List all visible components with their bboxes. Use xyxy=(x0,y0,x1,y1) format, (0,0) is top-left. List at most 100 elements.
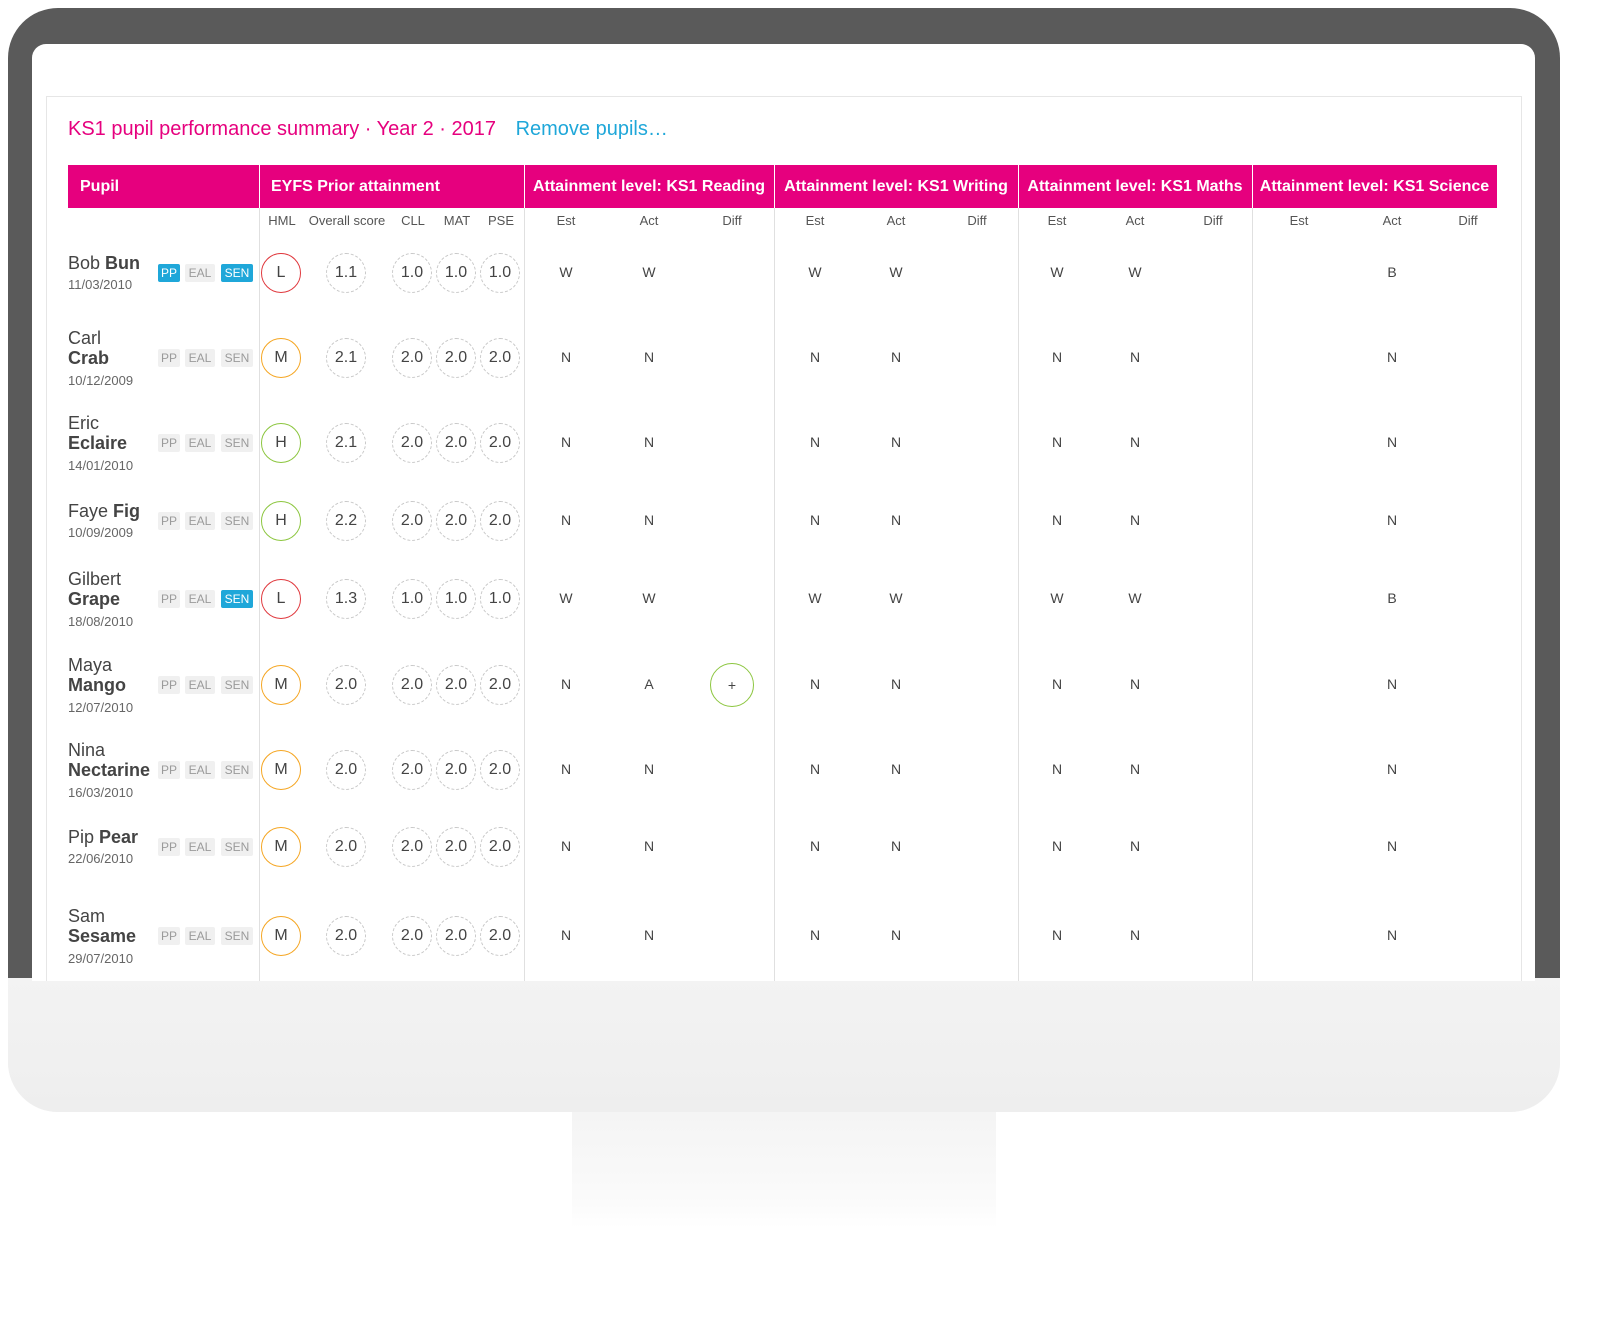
reading-est-value: W xyxy=(559,264,573,280)
header-eyfs[interactable]: EYFS Prior attainment xyxy=(259,165,524,208)
mat-score[interactable]: 2.0 xyxy=(436,501,476,541)
cll-score[interactable]: 2.0 xyxy=(392,750,432,790)
pse-score[interactable]: 2.0 xyxy=(480,665,520,705)
pse-score[interactable]: 2.0 xyxy=(480,750,520,790)
subheader-est[interactable]: Est xyxy=(536,213,596,228)
overall-score[interactable]: 2.0 xyxy=(326,916,366,956)
subheader-diff[interactable]: Diff xyxy=(702,213,762,228)
cll-score[interactable]: 2.0 xyxy=(392,338,432,378)
reading-est-value: N xyxy=(560,434,572,450)
subheader-est[interactable]: Est xyxy=(785,213,845,228)
overall-score[interactable]: 2.1 xyxy=(326,338,366,378)
pp-tag: PP xyxy=(158,512,180,530)
mat-score[interactable]: 2.0 xyxy=(436,338,476,378)
header-writing[interactable]: Attainment level: KS1 Writing xyxy=(774,165,1018,208)
pupil-name[interactable]: Bob Bun xyxy=(68,253,140,274)
cll-score[interactable]: 1.0 xyxy=(392,253,432,293)
maths-act-value: N xyxy=(1129,838,1141,854)
pupil-last-name[interactable]: Crab xyxy=(68,348,109,369)
subheader-act[interactable]: Act xyxy=(866,213,926,228)
hml-badge[interactable]: M xyxy=(261,338,301,378)
maths-est-value: N xyxy=(1051,349,1063,365)
subheader-overall[interactable]: Overall score xyxy=(302,213,392,228)
cll-score[interactable]: 2.0 xyxy=(392,501,432,541)
reading-est-value: N xyxy=(560,349,572,365)
screen: KS1 pupil performance summary · Year 2 ·… xyxy=(32,44,1535,981)
hml-badge[interactable]: L xyxy=(261,253,301,293)
mat-score[interactable]: 1.0 xyxy=(436,579,476,619)
mat-score[interactable]: 2.0 xyxy=(436,827,476,867)
cll-score[interactable]: 2.0 xyxy=(392,916,432,956)
overall-score[interactable]: 1.3 xyxy=(326,579,366,619)
remove-pupils-link[interactable]: Remove pupils… xyxy=(516,118,668,140)
overall-score[interactable]: 2.0 xyxy=(326,827,366,867)
hml-badge[interactable]: L xyxy=(261,579,301,619)
subheader-pse[interactable]: PSE xyxy=(471,213,531,228)
column-divider xyxy=(524,208,525,981)
pse-score[interactable]: 2.0 xyxy=(480,501,520,541)
subheader-act[interactable]: Act xyxy=(1362,213,1422,228)
subheader-act[interactable]: Act xyxy=(1105,213,1165,228)
hml-badge[interactable]: M xyxy=(261,827,301,867)
subheader-est[interactable]: Est xyxy=(1269,213,1329,228)
header-pupil[interactable]: Pupil xyxy=(68,165,259,208)
hml-badge[interactable]: H xyxy=(261,501,301,541)
pupil-first-name[interactable]: Sam xyxy=(68,906,105,927)
reading-act-value: N xyxy=(643,761,655,777)
pupil-last-name[interactable]: Eclaire xyxy=(68,433,127,454)
pse-score[interactable]: 2.0 xyxy=(480,916,520,956)
pupil-first-name[interactable]: Carl xyxy=(68,328,101,349)
hml-badge[interactable]: H xyxy=(261,423,301,463)
reading-diff-badge[interactable]: + xyxy=(710,663,754,707)
pupil-first-name[interactable]: Gilbert xyxy=(68,569,121,590)
sen-tag: SEN xyxy=(221,838,253,856)
pupil-name[interactable]: Pip Pear xyxy=(68,827,138,848)
monitor-stand xyxy=(572,1112,996,1228)
subheader-diff[interactable]: Diff xyxy=(1438,213,1498,228)
pupil-first-name[interactable]: Maya xyxy=(68,655,112,676)
pupil-dob: 12/07/2010 xyxy=(68,700,134,715)
subheader-act[interactable]: Act xyxy=(619,213,679,228)
pse-score[interactable]: 1.0 xyxy=(480,579,520,619)
pse-score[interactable]: 1.0 xyxy=(480,253,520,293)
overall-score[interactable]: 2.0 xyxy=(326,750,366,790)
maths-act-value: N xyxy=(1129,349,1141,365)
hml-badge[interactable]: M xyxy=(261,916,301,956)
subheader-est[interactable]: Est xyxy=(1027,213,1087,228)
cll-score[interactable]: 2.0 xyxy=(392,423,432,463)
mat-score[interactable]: 2.0 xyxy=(436,665,476,705)
reading-est-value: N xyxy=(560,761,572,777)
cll-score[interactable]: 2.0 xyxy=(392,827,432,867)
pupil-last-name[interactable]: Sesame xyxy=(68,926,136,947)
pupil-last-name[interactable]: Nectarine xyxy=(68,760,150,781)
header-maths[interactable]: Attainment level: KS1 Maths xyxy=(1018,165,1252,208)
pse-score[interactable]: 2.0 xyxy=(480,827,520,867)
hml-badge[interactable]: M xyxy=(261,665,301,705)
mat-score[interactable]: 2.0 xyxy=(436,423,476,463)
mat-score[interactable]: 1.0 xyxy=(436,253,476,293)
overall-score[interactable]: 2.0 xyxy=(326,665,366,705)
pupil-name[interactable]: Faye Fig xyxy=(68,501,140,522)
cll-score[interactable]: 1.0 xyxy=(392,579,432,619)
pupil-last-name[interactable]: Grape xyxy=(68,589,120,610)
cll-score[interactable]: 2.0 xyxy=(392,665,432,705)
pse-score[interactable]: 2.0 xyxy=(480,423,520,463)
pp-tag: PP xyxy=(158,927,180,945)
subheader-diff[interactable]: Diff xyxy=(947,213,1007,228)
mat-score[interactable]: 2.0 xyxy=(436,916,476,956)
pupil-first-name[interactable]: Eric xyxy=(68,413,99,434)
subheader-diff[interactable]: Diff xyxy=(1183,213,1243,228)
hml-badge[interactable]: M xyxy=(261,750,301,790)
mat-score[interactable]: 2.0 xyxy=(436,750,476,790)
overall-score[interactable]: 2.1 xyxy=(326,423,366,463)
reading-act-value: W xyxy=(642,264,656,280)
maths-act-value: N xyxy=(1129,512,1141,528)
overall-score[interactable]: 2.2 xyxy=(326,501,366,541)
pupil-first-name[interactable]: Nina xyxy=(68,740,105,761)
pse-score[interactable]: 2.0 xyxy=(480,338,520,378)
header-reading[interactable]: Attainment level: KS1 Reading xyxy=(524,165,774,208)
overall-score[interactable]: 1.1 xyxy=(326,253,366,293)
pupil-last-name[interactable]: Mango xyxy=(68,675,126,696)
header-science[interactable]: Attainment level: KS1 Science xyxy=(1252,165,1497,208)
pp-tag: PP xyxy=(158,590,180,608)
